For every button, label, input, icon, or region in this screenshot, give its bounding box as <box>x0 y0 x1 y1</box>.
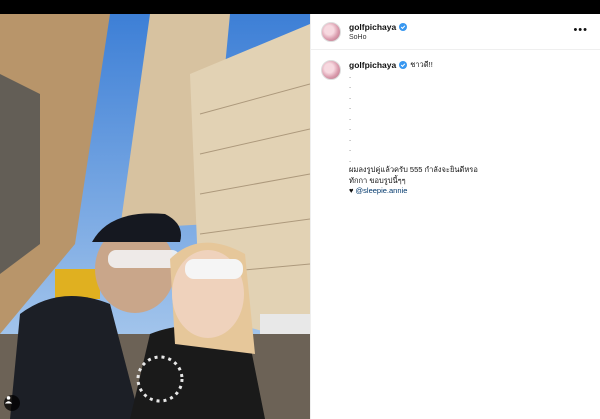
caption-dot: . <box>349 102 352 111</box>
mention-link[interactable]: @sleepie.annie <box>356 186 408 195</box>
caption-avatar[interactable] <box>321 60 341 80</box>
more-options-icon[interactable]: ••• <box>573 25 588 36</box>
user-tag-icon[interactable] <box>4 395 20 411</box>
post-username[interactable]: golfpichaya <box>349 22 396 32</box>
verified-badge-icon <box>399 61 408 70</box>
caption-line-2: ทักกา ขอบรูปนี้ๆๆ <box>349 175 406 185</box>
caption-dot: . <box>349 81 352 90</box>
caption-line-1: ผมลงรูปคู่แล้วครับ 555 กำลังจะยินดีหรอ <box>349 165 478 174</box>
post-header: golfpichaya SoHo ••• <box>311 14 600 50</box>
verified-badge-icon <box>399 23 408 31</box>
caption-dots: . . . . . . . . . <box>349 71 478 166</box>
photo-illustration <box>0 14 310 419</box>
caption-dot: . <box>349 144 352 153</box>
post-side-panel: golfpichaya SoHo ••• golfpichaya ชาวดี!! <box>310 14 600 419</box>
caption-first-line: ชาวดี!! <box>410 60 433 69</box>
post-location[interactable]: SoHo <box>349 34 407 41</box>
caption-dot: . <box>349 123 352 132</box>
avatar[interactable] <box>321 21 341 42</box>
caption-dot: . <box>349 91 352 101</box>
caption-username[interactable]: golfpichaya <box>349 60 396 71</box>
post-photo[interactable] <box>0 14 310 419</box>
caption-dot: . <box>349 154 352 164</box>
heart-icon: ♥ <box>349 186 354 195</box>
caption: golfpichaya ชาวดี!! . . . . . . . . . ผม… <box>311 50 600 197</box>
caption-mention-row: ♥ @sleepie.annie <box>349 186 478 197</box>
post-modal: golfpichaya SoHo ••• golfpichaya ชาวดี!! <box>0 14 600 419</box>
caption-dot: . <box>349 70 352 80</box>
caption-dot: . <box>349 112 352 122</box>
caption-dot: . <box>349 133 352 143</box>
